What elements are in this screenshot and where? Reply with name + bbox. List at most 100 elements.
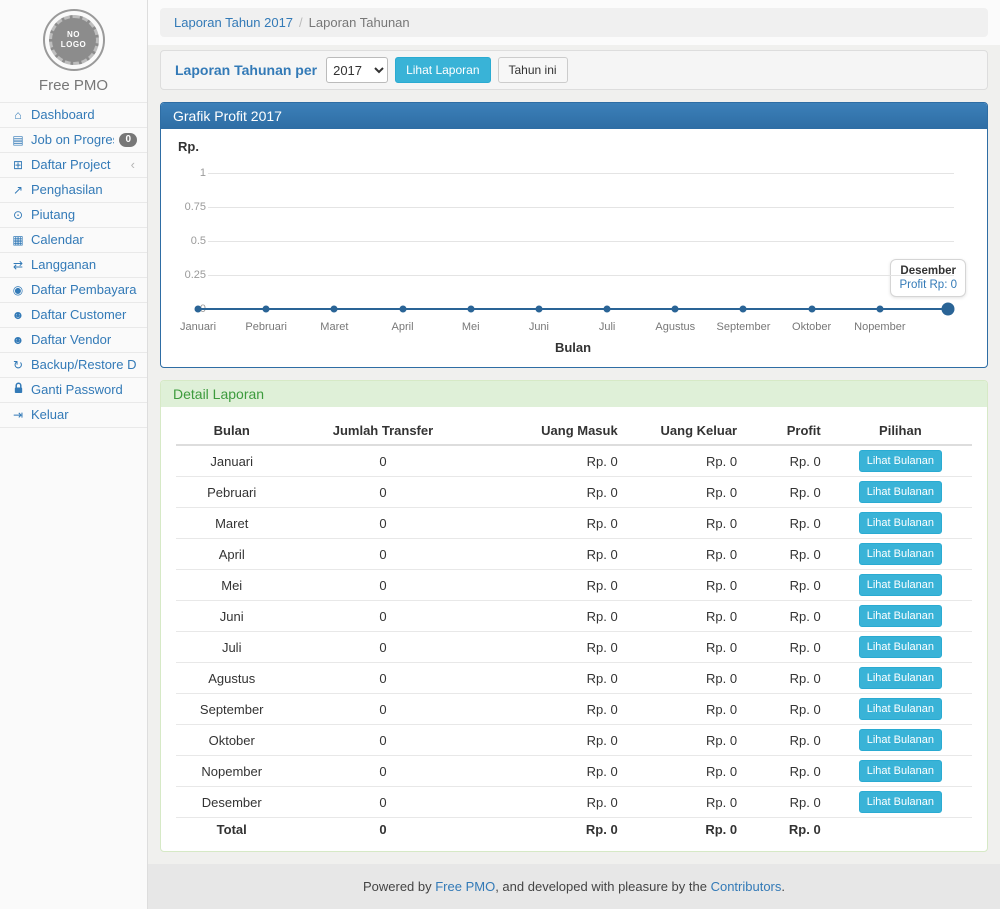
x-tick-label: Juni bbox=[529, 321, 549, 333]
table-cell: April bbox=[176, 539, 287, 570]
sidebar: NO LOGO Free PMO ⌂Dashboard▤Job on Progr… bbox=[0, 0, 148, 909]
data-point-juli[interactable] bbox=[604, 306, 611, 313]
data-point-mei[interactable] bbox=[467, 306, 474, 313]
x-tick-label: Mei bbox=[462, 321, 480, 333]
breadcrumb-active: Laporan Tahunan bbox=[309, 15, 410, 30]
sidebar-item-penghasilan[interactable]: ↗Penghasilan bbox=[0, 177, 147, 202]
lihat-bulanan-button[interactable]: Lihat Bulanan bbox=[859, 605, 942, 627]
sidebar-item-backup-restore-db[interactable]: ↻ Backup/Restore DB bbox=[0, 352, 147, 377]
table-cell: 0 bbox=[287, 570, 478, 601]
lihat-bulanan-button[interactable]: Lihat Bulanan bbox=[859, 543, 942, 565]
table-cell: 0 bbox=[287, 725, 478, 756]
data-point-oktober[interactable] bbox=[808, 306, 815, 313]
topbar: Laporan Tahun 2017/Laporan Tahunan bbox=[148, 0, 1000, 45]
sidebar-item-ganti-password[interactable]: Ganti Password bbox=[0, 377, 147, 402]
table-cell: 0 bbox=[287, 787, 478, 818]
y-axis-title: Rp. bbox=[178, 139, 199, 154]
page: NO LOGO Free PMO ⌂Dashboard▤Job on Progr… bbox=[0, 0, 1000, 909]
payment-icon: ◉ bbox=[10, 282, 26, 298]
free-pmo-link[interactable]: Free PMO bbox=[435, 879, 495, 894]
data-point-juni[interactable] bbox=[535, 306, 542, 313]
table-cell-action: Lihat Bulanan bbox=[829, 632, 972, 663]
x-tick-label: Januari bbox=[180, 321, 216, 333]
table-cell: Rp. 0 bbox=[745, 445, 829, 477]
table-cell: Rp. 0 bbox=[745, 787, 829, 818]
sidebar-item-daftar-customer[interactable]: ☻Daftar Customer bbox=[0, 302, 147, 327]
x-tick-label: Nopember bbox=[854, 321, 905, 333]
table-row: Oktober0Rp. 0Rp. 0Rp. 0Lihat Bulanan bbox=[176, 725, 972, 756]
data-point-agustus[interactable] bbox=[672, 306, 679, 313]
sidebar-item-keluar[interactable]: ⇥Keluar bbox=[0, 402, 147, 427]
report-table: BulanJumlah TransferUang MasukUang Kelua… bbox=[176, 417, 972, 841]
refresh-icon: ↻ bbox=[10, 357, 26, 373]
table-cell: Oktober bbox=[176, 725, 287, 756]
table-cell-action: Lihat Bulanan bbox=[829, 663, 972, 694]
sidebar-item-label: Calendar bbox=[31, 232, 137, 248]
lihat-bulanan-button[interactable]: Lihat Bulanan bbox=[859, 450, 942, 472]
table-cell: Rp. 0 bbox=[745, 756, 829, 787]
dashboard-icon: ⌂ bbox=[10, 107, 26, 123]
sidebar-item-daftar-project[interactable]: ⊞Daftar Project‹ bbox=[0, 152, 147, 177]
table-cell: Rp. 0 bbox=[626, 663, 745, 694]
tahun-ini-button[interactable]: Tahun ini bbox=[498, 57, 568, 83]
lihat-bulanan-button[interactable]: Lihat Bulanan bbox=[859, 574, 942, 596]
main-area: Laporan Tahun 2017/Laporan Tahunan Lapor… bbox=[148, 0, 1000, 909]
sidebar-item-label: Daftar Pembayaran bbox=[31, 282, 137, 298]
table-row: Desember0Rp. 0Rp. 0Rp. 0Lihat Bulanan bbox=[176, 787, 972, 818]
data-point-nopember[interactable] bbox=[876, 306, 883, 313]
table-row: Nopember0Rp. 0Rp. 0Rp. 0Lihat Bulanan bbox=[176, 756, 972, 787]
table-cell-action: Lihat Bulanan bbox=[829, 539, 972, 570]
data-point-pebruari[interactable] bbox=[263, 306, 270, 313]
table-cell: Rp. 0 bbox=[478, 694, 625, 725]
footer-text-prefix: Powered by bbox=[363, 879, 435, 894]
data-point-januari[interactable] bbox=[195, 306, 202, 313]
lihat-bulanan-button[interactable]: Lihat Bulanan bbox=[859, 760, 942, 782]
sidebar-item-label: Keluar bbox=[31, 407, 137, 423]
table-icon: ⊞ bbox=[10, 157, 26, 173]
lihat-bulanan-button[interactable]: Lihat Bulanan bbox=[859, 481, 942, 503]
sidebar-item-calendar[interactable]: ▦Calendar bbox=[0, 227, 147, 252]
sidebar-item-dashboard[interactable]: ⌂Dashboard bbox=[0, 102, 147, 127]
x-tick-label: Pebruari bbox=[245, 321, 287, 333]
data-point-april[interactable] bbox=[399, 306, 406, 313]
table-cell: Rp. 0 bbox=[745, 725, 829, 756]
lihat-laporan-button[interactable]: Lihat Laporan bbox=[395, 57, 490, 83]
data-point-maret[interactable] bbox=[331, 306, 338, 313]
sidebar-item-job-on-progress[interactable]: ▤Job on Progress0 bbox=[0, 127, 147, 152]
table-cell: Rp. 0 bbox=[478, 508, 625, 539]
sidebar-item-piutang[interactable]: ⊙Piutang bbox=[0, 202, 147, 227]
table-row: April0Rp. 0Rp. 0Rp. 0Lihat Bulanan bbox=[176, 539, 972, 570]
data-point-september[interactable] bbox=[740, 306, 747, 313]
chevron-left-icon: ‹ bbox=[131, 157, 137, 173]
sidebar-item-label: Backup/Restore DB bbox=[31, 357, 137, 373]
sidebar-item-langganan[interactable]: ⇄Langganan bbox=[0, 252, 147, 277]
table-cell: Rp. 0 bbox=[745, 818, 829, 842]
lihat-bulanan-button[interactable]: Lihat Bulanan bbox=[859, 698, 942, 720]
table-cell: Rp. 0 bbox=[626, 508, 745, 539]
sidebar-item-daftar-pembayaran[interactable]: ◉ Daftar Pembayaran bbox=[0, 277, 147, 302]
table-cell: Juni bbox=[176, 601, 287, 632]
table-cell: Rp. 0 bbox=[626, 477, 745, 508]
year-select[interactable]: 2017 bbox=[326, 57, 388, 83]
lihat-bulanan-button[interactable]: Lihat Bulanan bbox=[859, 729, 942, 751]
sidebar-item-daftar-vendor[interactable]: ☻Daftar Vendor bbox=[0, 327, 147, 352]
table-cell: Rp. 0 bbox=[745, 601, 829, 632]
breadcrumb-link[interactable]: Laporan Tahun 2017 bbox=[174, 15, 293, 30]
logo-ring: NO LOGO bbox=[43, 9, 105, 71]
exchange-icon: ⇄ bbox=[10, 257, 26, 273]
lihat-bulanan-button[interactable]: Lihat Bulanan bbox=[859, 512, 942, 534]
contributors-link[interactable]: Contributors bbox=[711, 879, 782, 894]
lihat-bulanan-button[interactable]: Lihat Bulanan bbox=[859, 667, 942, 689]
table-cell: 0 bbox=[287, 756, 478, 787]
chart-gridline bbox=[208, 173, 954, 174]
lihat-bulanan-button[interactable]: Lihat Bulanan bbox=[859, 791, 942, 813]
footer-text-suffix: . bbox=[781, 879, 785, 894]
data-point-desember[interactable] bbox=[942, 303, 955, 316]
sidebar-item-label: Penghasilan bbox=[31, 182, 137, 198]
footer: Powered by Free PMO, and developed with … bbox=[148, 864, 1000, 909]
profit-series-line bbox=[198, 308, 948, 310]
lihat-bulanan-button[interactable]: Lihat Bulanan bbox=[859, 636, 942, 658]
table-cell: Rp. 0 bbox=[745, 539, 829, 570]
chart-gridline bbox=[208, 275, 954, 276]
y-tick-label: 0.75 bbox=[176, 201, 206, 213]
